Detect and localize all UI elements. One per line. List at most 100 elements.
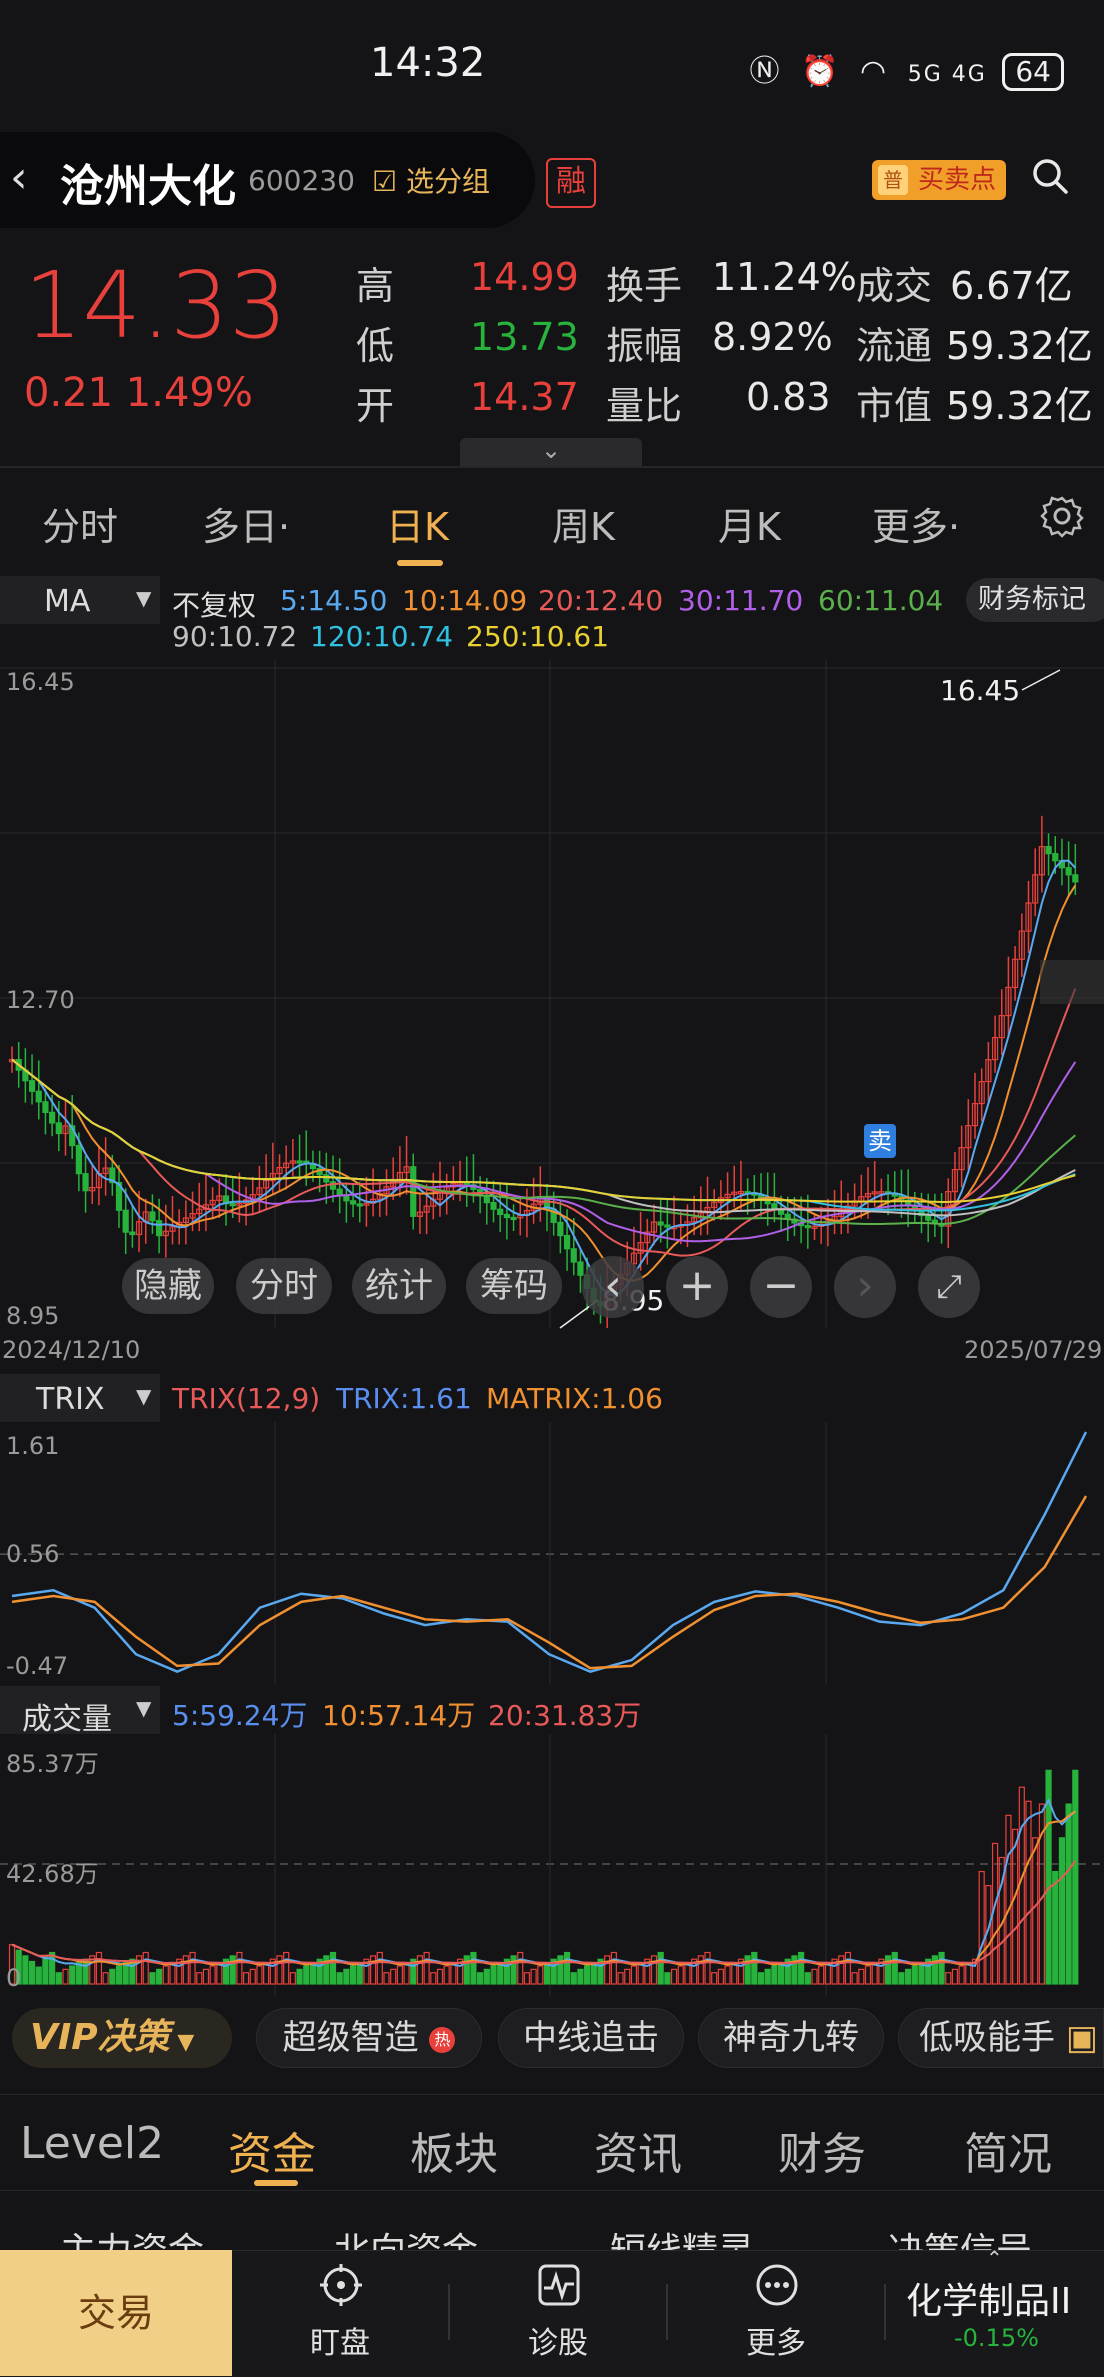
volume-bar bbox=[584, 1965, 591, 1985]
tab-financials[interactable]: 财务 bbox=[778, 2118, 866, 2182]
candle-body bbox=[229, 1203, 236, 1207]
volume-bar bbox=[142, 1951, 149, 1985]
volume-bar bbox=[109, 1968, 116, 1985]
volume-bar bbox=[209, 1965, 216, 1985]
back-icon[interactable]: ‹ bbox=[10, 152, 28, 203]
fullscreen-icon[interactable]: ⤢ bbox=[918, 1256, 980, 1318]
sell-signal-badge[interactable]: 卖 bbox=[864, 1124, 896, 1158]
tab-intraday[interactable]: 分时 bbox=[42, 496, 118, 551]
ma10-value: 10:14.09 bbox=[402, 584, 528, 617]
tab-funds[interactable]: 资金 bbox=[228, 2118, 316, 2182]
margin-badge[interactable]: 融 bbox=[546, 158, 596, 208]
candle-body bbox=[82, 1173, 89, 1192]
tab-weekly-k[interactable]: 周K bbox=[552, 496, 615, 551]
zoom-out-icon[interactable]: − bbox=[750, 1256, 812, 1318]
chip-magic-nine[interactable]: 神奇九转 bbox=[698, 2008, 884, 2068]
volume-bar bbox=[343, 1968, 350, 1985]
amount-label: 成交 bbox=[856, 264, 933, 308]
trix-selector-label: TRIX bbox=[36, 1382, 105, 1417]
volume-bar bbox=[523, 1972, 531, 1985]
alarm-icon: ⏰ bbox=[801, 54, 845, 89]
vip-decision-button[interactable]: VIP决策 ▼ bbox=[12, 2008, 232, 2068]
trade-button[interactable]: 交易 bbox=[0, 2250, 232, 2376]
volume-bar bbox=[717, 1968, 724, 1985]
candle-body bbox=[1065, 867, 1072, 876]
volume-bar bbox=[296, 1968, 303, 1985]
nfc-icon: Ⓝ bbox=[749, 54, 786, 89]
chip-midline-chase[interactable]: 中线追击 bbox=[498, 2008, 684, 2068]
intraday-button[interactable]: 分时 bbox=[236, 1258, 332, 1314]
tab-monthly-k[interactable]: 月K bbox=[718, 496, 781, 551]
expand-quote-button[interactable]: ⌄ bbox=[460, 438, 642, 466]
tab-news[interactable]: 资讯 bbox=[594, 2118, 682, 2182]
volume-selector[interactable]: 成交量 ▼ bbox=[0, 1686, 160, 1737]
candle-body bbox=[349, 1200, 357, 1205]
volume-bar bbox=[182, 1955, 189, 1985]
tab-level2[interactable]: Level2 bbox=[20, 2118, 164, 2169]
volume-bar bbox=[798, 1951, 805, 1985]
volume-chart[interactable] bbox=[0, 1734, 1104, 1996]
caret-down-icon: ▼ bbox=[136, 586, 152, 610]
chip-super-manufacturing[interactable]: 超级智造 热 bbox=[256, 2008, 482, 2068]
candle-body bbox=[42, 1101, 49, 1113]
more-icon bbox=[756, 2264, 798, 2306]
amplitude-label: 振幅 bbox=[606, 324, 683, 368]
search-icon[interactable] bbox=[1030, 156, 1070, 196]
trix-chart[interactable] bbox=[0, 1422, 1104, 1684]
tab-multiday[interactable]: 多日· bbox=[202, 496, 290, 551]
trix-tick-low: -0.47 bbox=[6, 1652, 69, 1680]
trix-tick-mid: 0.56 bbox=[6, 1540, 60, 1568]
volume-bar bbox=[383, 1972, 390, 1985]
volume-bar bbox=[1005, 1814, 1012, 1985]
scroll-left-icon[interactable]: ‹ bbox=[582, 1256, 644, 1318]
wifi-icon: ◠ bbox=[859, 54, 893, 89]
gear-icon[interactable] bbox=[1040, 494, 1084, 538]
zoom-in-icon[interactable]: + bbox=[666, 1256, 728, 1318]
volume-bar bbox=[945, 1972, 952, 1985]
volume-bar bbox=[303, 1965, 310, 1985]
ma-selector[interactable]: MA ▼ bbox=[0, 576, 160, 624]
volume-bar bbox=[416, 1955, 424, 1985]
ma30-value: 30:11.70 bbox=[678, 584, 804, 617]
volume-bar bbox=[577, 1968, 584, 1985]
tab-profile[interactable]: 简况 bbox=[964, 2118, 1052, 2182]
watch-label: 盯盘 bbox=[310, 2326, 370, 2361]
volume-bar bbox=[156, 1968, 163, 1985]
trix-selector[interactable]: TRIX ▼ bbox=[0, 1374, 160, 1422]
volume-bar bbox=[1058, 1837, 1066, 1985]
volume-bar bbox=[751, 1951, 758, 1985]
volume-bar bbox=[249, 1968, 256, 1985]
kline-chart[interactable] bbox=[0, 660, 1104, 1330]
volume-bar bbox=[704, 1951, 711, 1985]
chip-low-buy[interactable]: 低吸能手 ▣ bbox=[898, 2008, 1104, 2068]
volume-bar bbox=[858, 1968, 865, 1985]
tab-more[interactable]: 更多· bbox=[872, 496, 960, 551]
tab-daily-k[interactable]: 日K bbox=[386, 496, 449, 551]
tab-sectors[interactable]: 板块 bbox=[410, 2118, 498, 2182]
volume-bar bbox=[838, 1955, 845, 1985]
finance-mark-button[interactable]: 财务标记 bbox=[966, 578, 1104, 622]
volume-bar bbox=[49, 1951, 56, 1985]
low-value: 13.73 bbox=[470, 315, 579, 359]
select-group-button[interactable]: ☑ 选分组 bbox=[372, 160, 490, 200]
adjust-mode[interactable]: 不复权 bbox=[172, 584, 256, 624]
vol-ma5: 5:59.24万 bbox=[172, 1699, 308, 1732]
ma-line-5 bbox=[11, 859, 1077, 1297]
volume-bar bbox=[35, 1966, 42, 1985]
volume-bar bbox=[463, 1955, 470, 1985]
scroll-right-icon[interactable]: › bbox=[834, 1256, 896, 1318]
volume-bar bbox=[898, 1972, 905, 1985]
chips-button[interactable]: 筹码 bbox=[466, 1258, 562, 1314]
volume-bar bbox=[349, 1965, 357, 1985]
volume-bar bbox=[1032, 1837, 1039, 1985]
statistics-button[interactable]: 统计 bbox=[352, 1258, 446, 1314]
volume-bar bbox=[510, 1955, 517, 1985]
volume-bar bbox=[1018, 1786, 1025, 1985]
amount-value: 6.67亿 bbox=[950, 264, 1073, 308]
vol-tick-high: 85.37万 bbox=[6, 1750, 99, 1778]
ma-selector-label: MA bbox=[44, 584, 91, 619]
volume-bar bbox=[396, 1965, 403, 1985]
buy-sell-button[interactable]: 普买卖点 bbox=[872, 160, 1006, 200]
hide-button[interactable]: 隐藏 bbox=[122, 1258, 214, 1314]
volume-bar bbox=[958, 1965, 965, 1985]
